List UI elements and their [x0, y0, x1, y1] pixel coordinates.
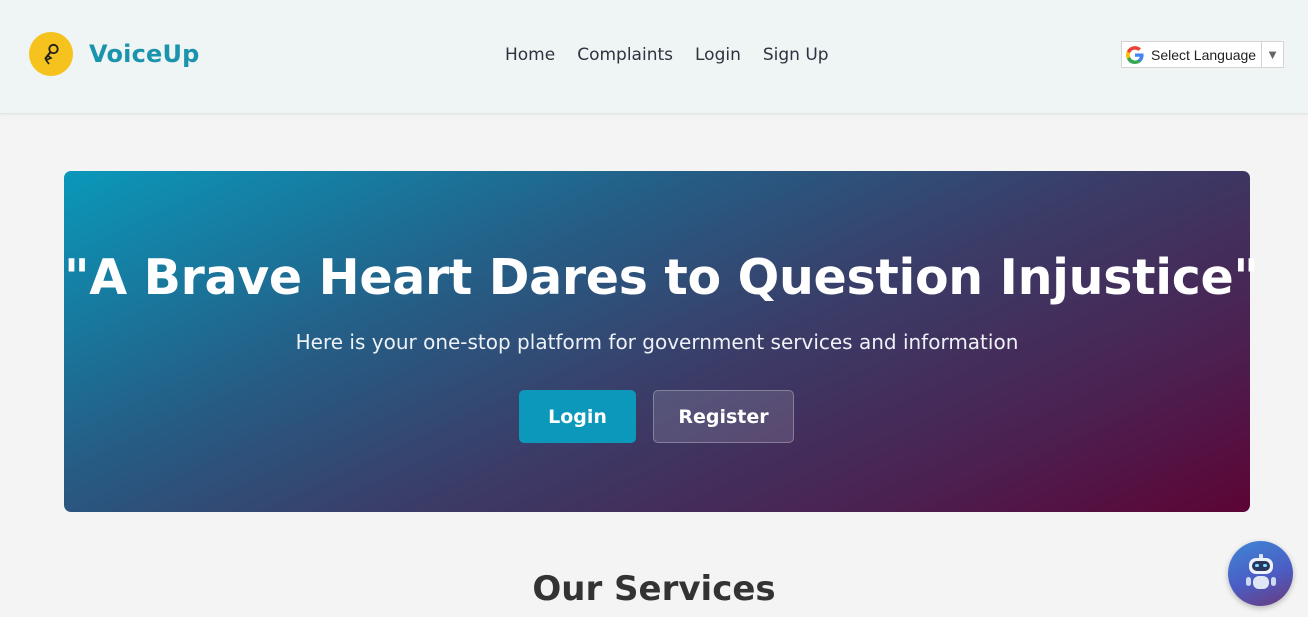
nav-home[interactable]: Home — [505, 44, 555, 66]
nav-sign-up[interactable]: Sign Up — [763, 44, 829, 66]
hero-title: "A Brave Heart Dares to Question Injusti… — [64, 249, 1259, 306]
nav-complaints[interactable]: Complaints — [577, 44, 673, 66]
language-select[interactable]: Select Language ▼ — [1121, 41, 1284, 68]
robot-icon — [1242, 552, 1280, 596]
microphone-lightning-icon — [29, 32, 73, 76]
chatbot-button[interactable] — [1228, 541, 1293, 606]
hero-subtitle: Here is your one-stop platform for gover… — [295, 330, 1019, 354]
chevron-down-icon: ▼ — [1261, 42, 1283, 67]
hero-banner: "A Brave Heart Dares to Question Injusti… — [64, 171, 1259, 512]
brand-name: VoiceUp — [89, 40, 200, 68]
hero-register-button[interactable]: Register — [653, 390, 794, 443]
main-nav: Home Complaints Login Sign Up — [505, 44, 829, 66]
nav-login[interactable]: Login — [695, 44, 741, 66]
brand[interactable]: VoiceUp — [29, 32, 200, 76]
language-select-label: Select Language — [1151, 46, 1257, 63]
hero-login-button[interactable]: Login — [519, 390, 636, 443]
services-heading: Our Services — [532, 569, 776, 609]
navbar: VoiceUp Home Complaints Login Sign Up Se… — [0, 0, 1308, 114]
google-icon — [1126, 45, 1144, 64]
